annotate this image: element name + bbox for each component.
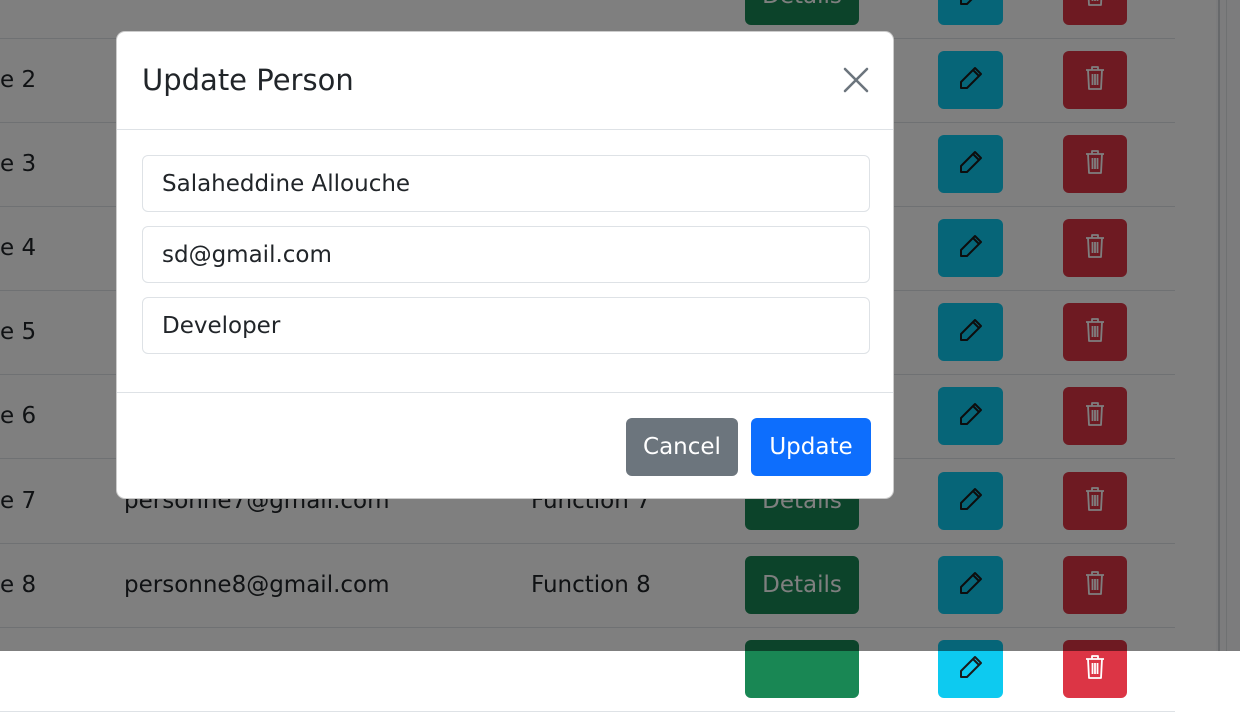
close-button[interactable] <box>838 62 874 98</box>
close-icon <box>843 67 869 93</box>
function-input[interactable] <box>142 297 870 354</box>
update-button[interactable]: Update <box>751 418 871 476</box>
name-input[interactable] <box>142 155 870 212</box>
trash-icon <box>1084 654 1106 684</box>
cancel-button[interactable]: Cancel <box>626 418 738 476</box>
email-input[interactable] <box>142 226 870 283</box>
modal-footer: Cancel Update <box>117 392 893 498</box>
modal-header: Update Person <box>117 32 893 130</box>
update-person-modal: Update Person Cancel Update <box>116 31 894 499</box>
page: Detailse 2Detailse 3Detailse 4Detailse 5… <box>0 0 1240 712</box>
modal-body <box>117 130 893 392</box>
modal-title: Update Person <box>142 63 354 97</box>
pencil-icon <box>958 654 984 684</box>
